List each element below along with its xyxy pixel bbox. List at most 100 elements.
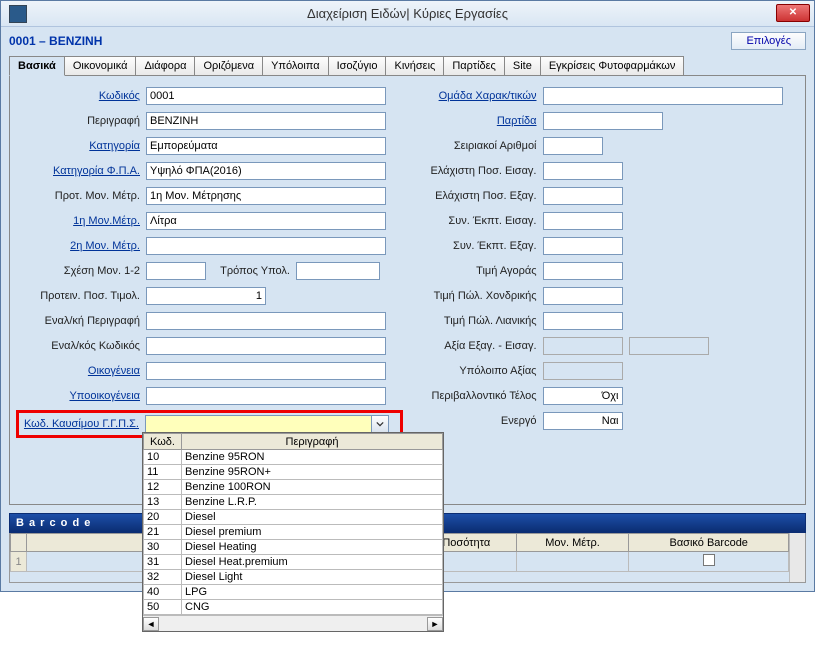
input-disc-exp[interactable] [543,237,623,255]
input-subfamily[interactable] [146,387,386,405]
label-pref-uom: Προτ. Μον. Μέτρ. [16,190,146,202]
tab-site[interactable]: Site [504,56,541,76]
label-active: Ενεργό [413,415,543,427]
input-alt-descr[interactable] [146,312,386,330]
cell-uom[interactable] [516,552,629,572]
grid-col-uom[interactable]: Μον. Μέτρ. [516,534,629,552]
dd-horizontal-scrollbar[interactable]: ◄ ► [143,615,443,631]
input-min-imp[interactable] [543,162,623,180]
fuel-code-dropdown-list[interactable]: Κωδ. Περιγραφή 10Benzine 95RON11Benzine … [142,432,444,632]
label-retail-price: Τιμή Πώλ. Λιανικής [413,315,543,327]
label-family[interactable]: Οικογένεια [16,365,146,377]
label-calc-mode: Τρόπος Υπολ. [206,265,296,277]
input-pref-uom[interactable] [146,187,386,205]
dd-head-code[interactable]: Κωδ. [144,434,182,450]
input-category[interactable] [146,137,386,155]
input-fuel-code[interactable] [145,415,371,433]
input-disc-imp[interactable] [543,212,623,230]
label-code[interactable]: Κωδικός [16,90,146,102]
dd-row[interactable]: 21Diesel premium [144,525,443,540]
cell-basic[interactable] [629,552,789,572]
options-button[interactable]: Επιλογές [731,32,806,50]
label-subfamily[interactable]: Υποοικογένεια [16,390,146,402]
input-serials[interactable] [543,137,603,155]
input-min-exp[interactable] [543,187,623,205]
input-alt-code[interactable] [146,337,386,355]
label-alt-code: Εναλ/κός Κωδικός [16,340,146,352]
input-uom2[interactable] [146,237,386,255]
label-vat-cat[interactable]: Κατηγορία Φ.Π.Α. [16,165,146,177]
dd-cell-code: 32 [144,570,182,585]
dd-cell-code: 30 [144,540,182,555]
close-button[interactable]: ✕ [776,4,810,22]
tab-econ[interactable]: Οικονομικά [64,56,137,76]
dd-row[interactable]: 30Diesel Heating [144,540,443,555]
scroll-right-button[interactable]: ► [427,617,443,631]
input-sugg-price-qty[interactable] [146,287,266,305]
grid-row-selector-head [11,534,27,552]
basic-barcode-checkbox[interactable] [703,554,715,566]
dd-row[interactable]: 20Diesel [144,510,443,525]
input-uom1[interactable] [146,212,386,230]
input-val-exp [543,337,623,355]
tab-defined[interactable]: Οριζόμενα [194,56,263,76]
dd-row[interactable]: 31Diesel Heat.premium [144,555,443,570]
dd-head-descr[interactable]: Περιγραφή [182,434,443,450]
tab-balances[interactable]: Υπόλοιπα [262,56,329,76]
label-disc-exp: Συν. Έκπτ. Εξαγ. [413,240,543,252]
input-descr[interactable] [146,112,386,130]
dd-cell-descr: Diesel Light [182,570,443,585]
fuel-code-dropdown-button[interactable] [371,415,389,433]
label-descr: Περιγραφή [16,115,146,127]
dd-cell-descr: Benzine 95RON+ [182,465,443,480]
input-family[interactable] [146,362,386,380]
label-serials: Σειριακοί Αριθμοί [413,140,543,152]
tab-misc[interactable]: Διάφορα [135,56,195,76]
dd-row[interactable]: 32Diesel Light [144,570,443,585]
input-vat-cat[interactable] [146,162,386,180]
dd-cell-descr: Benzine L.R.P. [182,495,443,510]
input-calc-mode[interactable] [296,262,380,280]
input-retail-price[interactable] [543,312,623,330]
tab-approvals[interactable]: Εγκρίσεις Φυτοφαρμάκων [540,56,685,76]
label-uom1[interactable]: 1η Μον.Μέτρ. [16,215,146,227]
dd-cell-code: 21 [144,525,182,540]
tab-trial[interactable]: Ισοζύγιο [328,56,387,76]
dd-cell-code: 10 [144,450,182,465]
label-lot[interactable]: Παρτίδα [413,115,543,127]
grid-vertical-scrollbar[interactable] [789,533,805,582]
input-char-group[interactable] [543,87,783,105]
tab-lots[interactable]: Παρτίδες [443,56,505,76]
dd-row[interactable]: 50CNG [144,600,443,615]
record-title: 0001 – BENZINH [9,34,102,48]
dd-row[interactable]: 40LPG [144,585,443,600]
dd-row[interactable]: 11Benzine 95RON+ [144,465,443,480]
grid-row-marker: 1 [11,552,27,572]
input-code[interactable] [146,87,386,105]
label-fuel-code[interactable]: Κωδ. Καυσίμου Γ.Γ.Π.Σ. [21,418,145,430]
dd-row[interactable]: 12Benzine 100RON [144,480,443,495]
dd-row[interactable]: 10Benzine 95RON [144,450,443,465]
dd-cell-descr: Diesel Heating [182,540,443,555]
label-category[interactable]: Κατηγορία [16,140,146,152]
tab-moves[interactable]: Κινήσεις [385,56,444,76]
label-alt-descr: Εναλ/κή Περιγραφή [16,315,146,327]
input-whole-price[interactable] [543,287,623,305]
input-val-imp [629,337,709,355]
label-uom2[interactable]: 2η Μον. Μέτρ. [16,240,146,252]
grid-col-basic[interactable]: Βασικό Barcode [629,534,789,552]
label-buy-price: Τιμή Αγοράς [413,265,543,277]
chevron-down-icon [376,420,384,428]
label-min-imp: Ελάχιστη Ποσ. Εισαγ. [413,165,543,177]
scroll-left-button[interactable]: ◄ [143,617,159,631]
input-lot[interactable] [543,112,663,130]
input-buy-price[interactable] [543,262,623,280]
input-env-fee[interactable] [543,387,623,405]
dd-row[interactable]: 13Benzine L.R.P. [144,495,443,510]
tab-basic[interactable]: Βασικά [9,56,65,76]
input-active[interactable] [543,412,623,430]
label-char-group[interactable]: Ομάδα Χαρακ/τικών [413,90,543,102]
dd-cell-code: 12 [144,480,182,495]
input-rel12[interactable] [146,262,206,280]
dd-cell-code: 31 [144,555,182,570]
